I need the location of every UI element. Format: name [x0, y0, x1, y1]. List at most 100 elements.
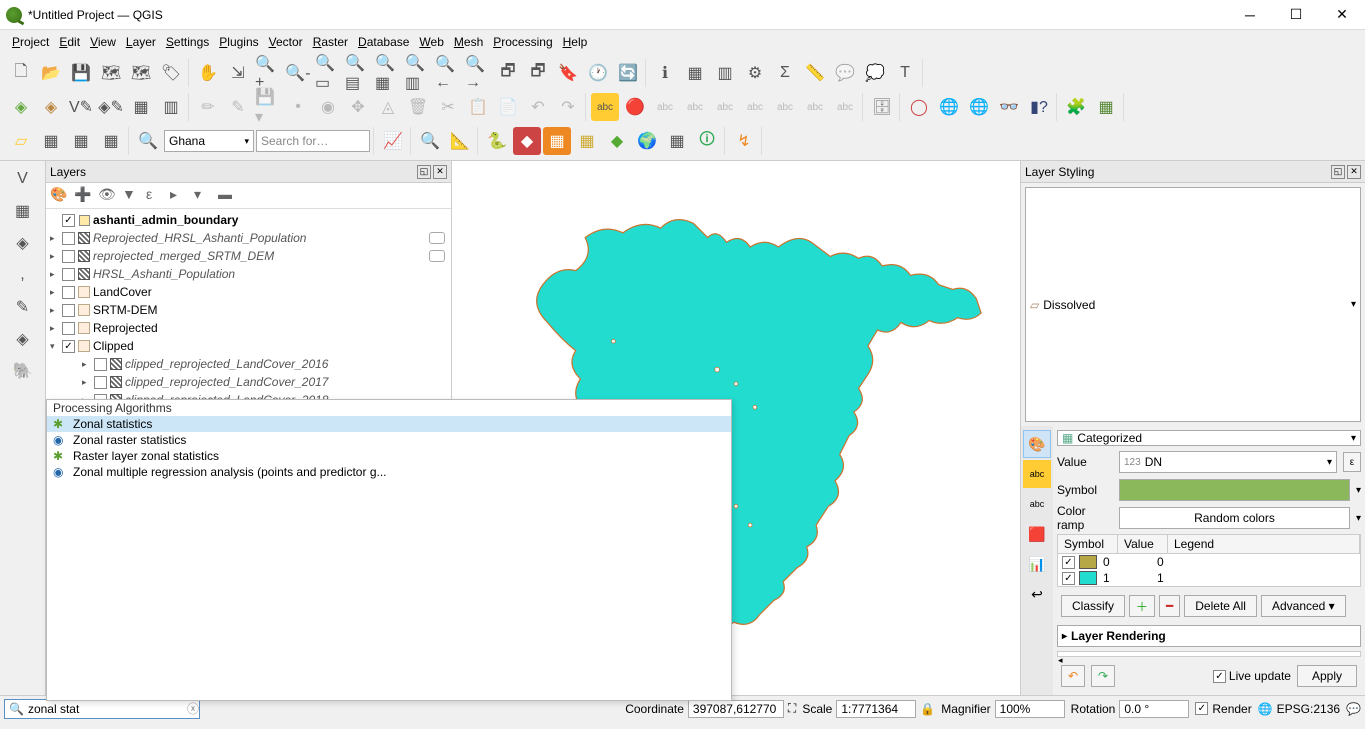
layer-checkbox[interactable] — [94, 358, 107, 371]
menu-help[interactable]: Help — [559, 33, 592, 51]
layer-item[interactable]: ▸LandCover — [46, 283, 451, 301]
attribute-table-icon[interactable]: ▦ — [681, 59, 709, 87]
text-annotation-icon[interactable]: T — [891, 59, 919, 87]
layer-checkbox[interactable] — [62, 322, 75, 335]
osm-search-icon[interactable]: 👓 — [995, 93, 1023, 121]
topology-icon[interactable]: ◯ — [905, 93, 933, 121]
style-back-button[interactable]: ↶ — [1061, 665, 1085, 687]
layout-manager-icon[interactable]: 🗺 — [127, 59, 155, 87]
masks-tab-icon[interactable]: abc — [1023, 490, 1051, 518]
layer-item[interactable]: ▸HRSL_Ashanti_Population — [46, 265, 451, 283]
vertex-tool-icon[interactable]: ◬ — [374, 93, 402, 121]
field-calc-icon[interactable]: ▥ — [711, 59, 739, 87]
eye-icon[interactable]: 👁 — [98, 186, 118, 206]
label-change-icon[interactable]: abc — [771, 93, 799, 121]
remove-class-button[interactable]: ━ — [1159, 595, 1180, 617]
algorithm-item[interactable]: ◉Zonal multiple regression analysis (poi… — [47, 464, 731, 480]
raster-open-icon[interactable]: ▦ — [9, 197, 37, 225]
scale-input[interactable] — [836, 700, 916, 718]
plugin-red-icon[interactable]: ◆ — [513, 127, 541, 155]
panel-float-button[interactable]: ◱ — [417, 165, 431, 179]
advanced-button[interactable]: Advanced ▾ — [1261, 595, 1346, 617]
legend-row[interactable]: ✓00 — [1058, 554, 1360, 570]
paste-icon[interactable]: 📄 — [494, 93, 522, 121]
select-invert-icon[interactable]: ▦ — [97, 127, 125, 155]
digitize-icon[interactable]: ◉ — [314, 93, 342, 121]
layer-checkbox[interactable] — [62, 304, 75, 317]
statistics-icon[interactable]: Σ — [771, 59, 799, 87]
diagram-icon[interactable]: 🔴 — [621, 93, 649, 121]
algorithm-item[interactable]: ✱Raster layer zonal statistics — [47, 448, 731, 464]
new-map-view-icon[interactable]: 🗗 — [494, 59, 522, 87]
new-3d-view-icon[interactable]: 🗗 — [524, 59, 552, 87]
label-show-icon[interactable]: abc — [651, 93, 679, 121]
styling-float-button[interactable]: ◱ — [1331, 165, 1345, 179]
menu-mesh[interactable]: Mesh — [450, 33, 487, 51]
annotation-icon[interactable]: 💭 — [861, 59, 889, 87]
classify-button[interactable]: Classify — [1061, 595, 1125, 617]
new-virtual-icon[interactable]: ▥ — [157, 93, 185, 121]
layer-item[interactable]: ▾✓Clipped — [46, 337, 451, 355]
plugin-gold-icon[interactable]: ▦ — [573, 127, 601, 155]
new-shapefile-icon[interactable]: V✎ — [67, 93, 95, 121]
style-manager-icon[interactable]: 🏷 — [157, 59, 185, 87]
crs-button[interactable]: 🌐 EPSG:2136 — [1258, 702, 1340, 716]
mesh-open-icon[interactable]: ◈ — [9, 229, 37, 257]
new-memory-icon[interactable]: ▦ — [127, 93, 155, 121]
clear-search-icon[interactable]: ⓧ — [187, 700, 199, 717]
temporal-icon[interactable]: 🕐 — [584, 59, 612, 87]
new-bookmark-icon[interactable]: 🔖 — [554, 59, 582, 87]
delete-icon[interactable]: 🗑 — [404, 93, 432, 121]
labels-tab-icon[interactable]: abc — [1023, 460, 1051, 488]
new-geopackage-icon[interactable]: ◈✎ — [97, 93, 125, 121]
legend-checkbox[interactable]: ✓ — [1062, 572, 1075, 585]
value-field-select[interactable]: 123 DN — [1119, 451, 1337, 473]
locator-input[interactable] — [28, 702, 183, 716]
info-plugin-icon[interactable]: 🛈 — [693, 127, 721, 155]
add-class-button[interactable]: ＋ — [1129, 595, 1155, 617]
zoom-full-icon[interactable]: 🔍▭ — [314, 59, 342, 87]
zoom-in-icon[interactable]: 🔍+ — [254, 59, 282, 87]
help-browser-icon[interactable]: ▮? — [1025, 93, 1053, 121]
pg-open-icon[interactable]: 🐘 — [9, 357, 37, 385]
layer-rendering-section[interactable]: ▸ Layer Rendering — [1057, 625, 1361, 647]
close-button[interactable]: ✕ — [1319, 0, 1365, 30]
grid-plugin-icon[interactable]: ▦ — [663, 127, 691, 155]
zoom-out-icon[interactable]: 🔍- — [284, 59, 312, 87]
layer-checkbox[interactable] — [62, 250, 75, 263]
locator-search[interactable]: 🔍 ⓧ — [4, 699, 200, 719]
toolbox-icon[interactable]: ⚙ — [741, 59, 769, 87]
pan-icon[interactable]: ✋ — [194, 59, 222, 87]
redo-icon[interactable]: ↷ — [554, 93, 582, 121]
label-tool-icon[interactable]: abc — [591, 93, 619, 121]
layer-item[interactable]: ▸reprojected_merged_SRTM_DEM — [46, 247, 451, 265]
nominatim-search-input[interactable]: Search for… — [256, 130, 370, 152]
open-project-icon[interactable]: 📂 — [37, 59, 65, 87]
plugin-1-icon[interactable]: 🧩 — [1062, 93, 1090, 121]
algorithm-item[interactable]: ✱Zonal statistics — [47, 416, 731, 432]
algorithm-item[interactable]: ◉Zonal raster statistics — [47, 432, 731, 448]
open-style-icon[interactable]: 🎨 — [50, 186, 70, 206]
layer-item[interactable]: ▸SRTM-DEM — [46, 301, 451, 319]
refresh-icon[interactable]: 🔄 — [614, 59, 642, 87]
gps-icon[interactable]: 🔍 — [416, 127, 444, 155]
panel-close-button[interactable]: ✕ — [433, 165, 447, 179]
label-pin-icon[interactable]: abc — [681, 93, 709, 121]
col-value[interactable]: Value — [1118, 535, 1168, 553]
messages-icon[interactable]: 💬 — [1346, 702, 1361, 716]
layer-checkbox[interactable] — [62, 286, 75, 299]
styling-layer-select[interactable]: ▱ Dissolved — [1025, 187, 1361, 422]
csv-open-icon[interactable]: , — [9, 261, 37, 289]
raster-layer-icon[interactable]: ◈ — [37, 93, 65, 121]
nominatim-globe-icon[interactable]: 🔍 — [134, 127, 162, 155]
new-project-icon[interactable]: 🗋 — [7, 59, 35, 87]
select-all-icon[interactable]: ▦ — [37, 127, 65, 155]
color-ramp-button[interactable]: Random colors — [1119, 507, 1350, 529]
live-update-checkbox[interactable]: ✓Live update — [1213, 669, 1291, 683]
copy-icon[interactable]: 📋 — [464, 93, 492, 121]
python-icon[interactable]: 🐍 — [483, 127, 511, 155]
label-toggle-icon[interactable]: abc — [831, 93, 859, 121]
undo-icon[interactable]: ↶ — [524, 93, 552, 121]
zoom-last-icon[interactable]: 🔍← — [434, 59, 462, 87]
coord-input[interactable] — [688, 700, 784, 718]
